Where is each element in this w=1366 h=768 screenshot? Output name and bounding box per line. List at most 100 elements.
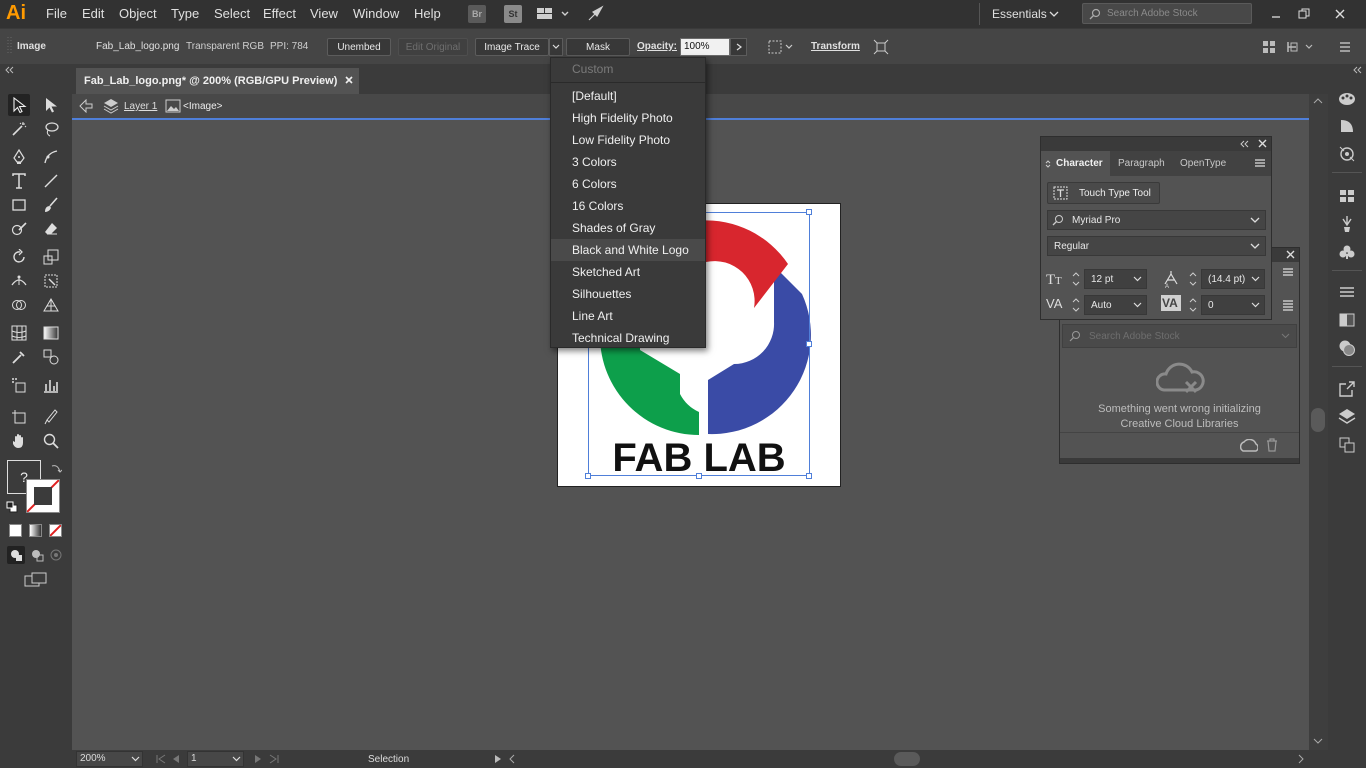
screen-mode-icon[interactable] [24, 572, 48, 588]
rotate-tool-icon[interactable] [8, 246, 30, 268]
panel-menu-icon[interactable] [1254, 158, 1266, 168]
scroll-up-icon[interactable] [1313, 98, 1323, 104]
trace-presets-dropdown-button[interactable] [549, 38, 563, 56]
stepper-icon[interactable] [1188, 296, 1198, 314]
image-trace-button[interactable]: Image Trace [475, 38, 549, 56]
close-panel-icon[interactable] [1258, 139, 1267, 148]
touch-type-tool-button[interactable]: Touch Type Tool [1047, 182, 1160, 204]
tab-opentype[interactable]: OpenType [1180, 158, 1226, 169]
tab-character[interactable]: Character [1041, 151, 1110, 176]
chevron-down-icon[interactable] [131, 756, 140, 762]
shape-builder-tool-icon[interactable] [8, 294, 30, 316]
chevron-down-icon[interactable] [232, 756, 241, 762]
vertical-scrollbar[interactable] [1309, 94, 1328, 750]
chevron-down-icon[interactable] [1250, 243, 1260, 250]
blend-tool-icon[interactable] [40, 346, 62, 368]
zoom-tool-icon[interactable] [40, 430, 62, 452]
preset-line-art[interactable]: Line Art [551, 305, 705, 327]
list-view-icon[interactable] [1282, 299, 1294, 311]
libraries-search-field[interactable]: Search Adobe Stock [1062, 324, 1297, 348]
transform-link[interactable]: Transform [811, 41, 860, 52]
distribute-icon[interactable] [1286, 40, 1316, 54]
chevron-down-icon[interactable] [1049, 10, 1059, 18]
restore-button[interactable] [1290, 0, 1318, 28]
collapse-dock-icon[interactable] [1352, 66, 1362, 74]
chevron-down-icon[interactable] [1250, 217, 1260, 224]
preset-silhouettes[interactable]: Silhouettes [551, 283, 705, 305]
unembed-button[interactable]: Unembed [327, 38, 391, 56]
eraser-tool-icon[interactable] [40, 218, 62, 240]
export-asset-icon[interactable] [1337, 379, 1357, 399]
grip-handle[interactable] [6, 35, 12, 57]
scroll-down-icon[interactable] [1313, 738, 1323, 744]
scroll-left-icon[interactable] [509, 754, 515, 764]
gradient-panel-icon[interactable] [1337, 310, 1357, 330]
previous-artboard-icon[interactable] [172, 754, 180, 764]
swatches-icon[interactable] [1337, 186, 1357, 206]
status-menu-arrow-icon[interactable] [494, 754, 502, 764]
menu-select[interactable]: Select [214, 6, 250, 21]
menu-file[interactable]: File [46, 6, 67, 21]
transparency-icon[interactable] [1337, 338, 1357, 358]
layers-panel-icon[interactable] [1337, 407, 1357, 427]
stock-icon[interactable]: St [504, 5, 522, 23]
mask-button[interactable]: Mask [566, 38, 630, 56]
collapse-panel-icon[interactable] [1239, 140, 1249, 148]
draw-inside-icon[interactable] [48, 546, 66, 564]
mesh-tool-icon[interactable] [8, 322, 30, 344]
resize-handle[interactable] [806, 473, 812, 479]
preset-shades-of-gray[interactable]: Shades of Gray [551, 217, 705, 239]
pen-tool-icon[interactable] [8, 146, 30, 168]
font-family-field[interactable]: Myriad Pro [1047, 210, 1266, 230]
document-tab[interactable]: Fab_Lab_logo.png* @ 200% (RGB/GPU Previe… [76, 68, 359, 94]
default-fill-stroke-icon[interactable] [6, 501, 18, 513]
column-graph-tool-icon[interactable] [40, 374, 62, 396]
menu-window[interactable]: Window [353, 6, 399, 21]
opacity-label[interactable]: Opacity: [637, 41, 677, 52]
horizontal-scroll-thumb[interactable] [894, 752, 920, 766]
last-artboard-icon[interactable] [269, 754, 279, 764]
eyedropper-tool-icon[interactable] [8, 346, 30, 368]
arrange-panels-icon[interactable] [1262, 40, 1276, 54]
align-to-icon[interactable] [768, 40, 794, 54]
draw-normal-icon[interactable] [7, 546, 25, 564]
trash-icon[interactable] [1266, 438, 1278, 452]
minimize-button[interactable] [1262, 0, 1290, 28]
opacity-slider-button[interactable] [730, 38, 747, 56]
menu-help[interactable]: Help [414, 6, 441, 21]
perspective-grid-tool-icon[interactable] [40, 294, 62, 316]
sync-icon[interactable] [1240, 439, 1258, 453]
linked-file-name[interactable]: Fab_Lab_logo.png [96, 41, 179, 52]
close-panel-icon[interactable] [1286, 250, 1295, 259]
menu-type[interactable]: Type [171, 6, 199, 21]
line-segment-tool-icon[interactable] [40, 170, 62, 192]
vertical-scroll-thumb[interactable] [1311, 408, 1325, 432]
artboard-tool-icon[interactable] [8, 406, 30, 428]
gradient-tool-icon[interactable] [40, 322, 62, 344]
stepper-icon[interactable] [1071, 270, 1081, 288]
close-window-button[interactable] [1326, 0, 1354, 28]
menu-edit[interactable]: Edit [82, 6, 104, 21]
color-mode-button[interactable] [9, 524, 22, 537]
opacity-input[interactable]: 100% [680, 38, 730, 56]
menu-object[interactable]: Object [119, 6, 157, 21]
slice-tool-icon[interactable] [40, 406, 62, 428]
stepper-icon[interactable] [1188, 270, 1198, 288]
next-artboard-icon[interactable] [254, 754, 262, 764]
first-artboard-icon[interactable] [156, 754, 166, 764]
resize-handle[interactable] [696, 473, 702, 479]
chevron-down-icon[interactable] [1251, 276, 1260, 282]
stroke-swatch[interactable] [26, 479, 60, 513]
tab-paragraph[interactable]: Paragraph [1118, 158, 1165, 169]
resize-handle[interactable] [806, 341, 812, 347]
close-tab-icon[interactable] [344, 75, 354, 85]
color-guide-icon[interactable] [1337, 89, 1357, 109]
lasso-icon[interactable] [40, 118, 62, 140]
none-mode-button[interactable] [49, 524, 62, 537]
stepper-icon[interactable] [1071, 296, 1081, 314]
preset-16-colors[interactable]: 16 Colors [551, 195, 705, 217]
chevron-down-icon[interactable] [1251, 302, 1260, 308]
gpu-performance-icon[interactable] [586, 5, 606, 23]
draw-behind-icon[interactable] [28, 546, 46, 564]
symbol-sprayer-tool-icon[interactable] [8, 374, 30, 396]
